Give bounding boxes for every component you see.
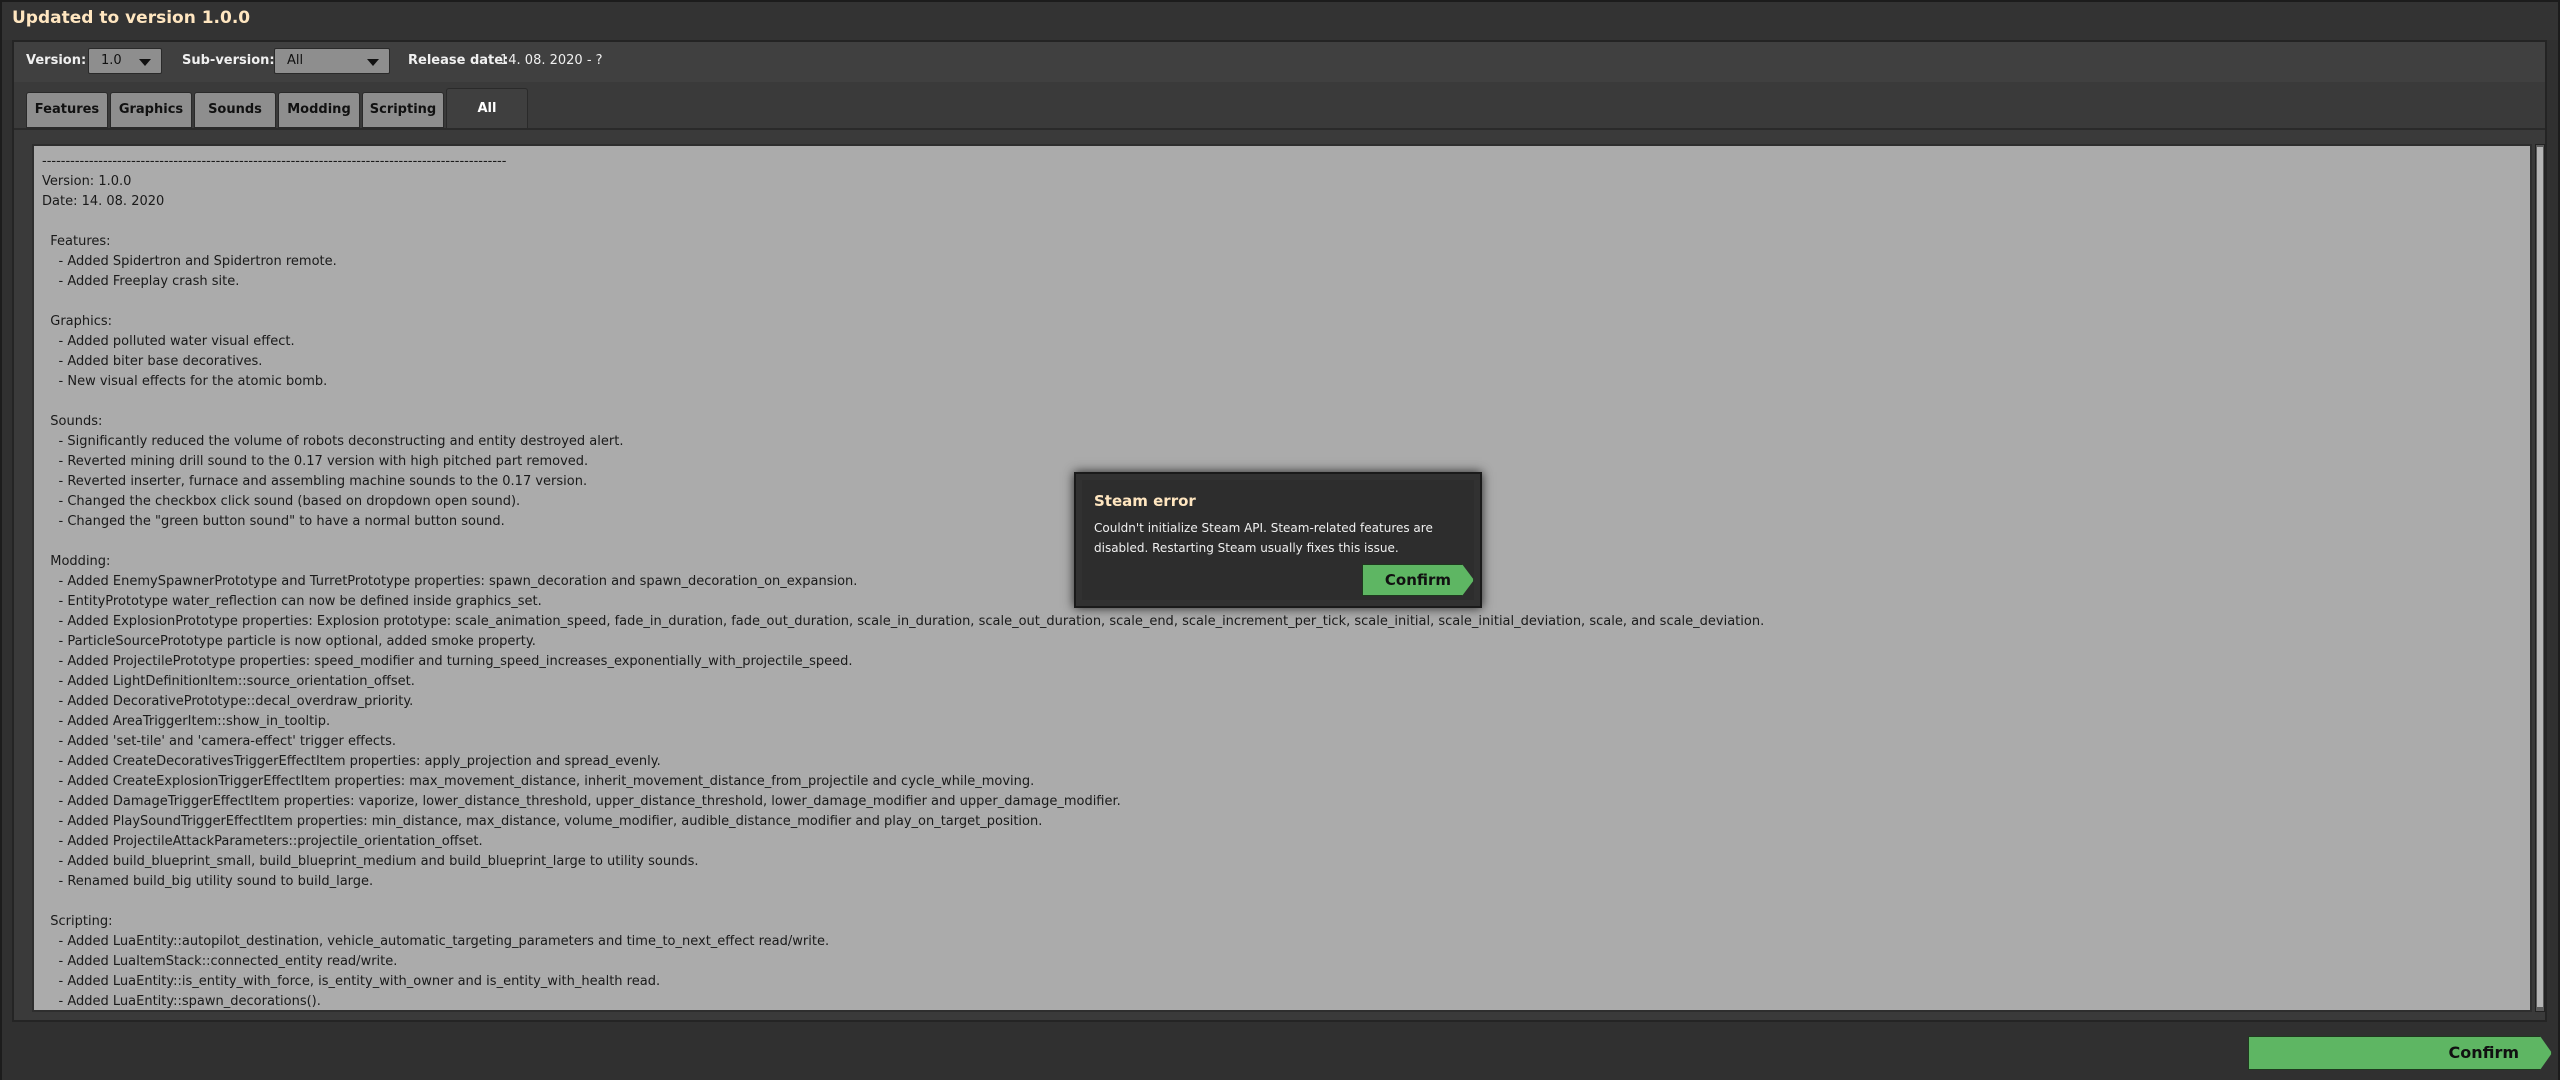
scrollbar-thumb[interactable] — [2537, 147, 2543, 1007]
changelog-line: - Reverted mining drill sound to the 0.1… — [42, 454, 589, 469]
dialog-title: Steam error — [1094, 492, 1196, 510]
changelog-line: - Added CreateDecorativesTriggerEffectIt… — [42, 754, 661, 769]
changelog-line: Graphics: — [42, 314, 113, 329]
changelog-scrollbar[interactable] — [2535, 144, 2545, 1012]
changelog-line: Scripting: — [42, 914, 113, 929]
footer-bar — [2, 1024, 2558, 1080]
changelog-line: - Added DecorativePrototype::decal_overd… — [42, 694, 414, 709]
changelog-line: - Added polluted water visual effect. — [42, 334, 295, 349]
tab-all[interactable]: All — [446, 88, 528, 128]
changelog-line: Date: 14. 08. 2020 — [42, 194, 165, 209]
changelog-line: ----------------------------------------… — [42, 154, 507, 169]
tab-scripting[interactable]: Scripting — [362, 92, 444, 128]
changelog-line: - Added Freeplay crash site. — [42, 274, 240, 289]
release-date-value: 14. 08. 2020 - ? — [500, 53, 603, 68]
changelog-line: - Added ProjectilePrototype properties: … — [42, 654, 853, 669]
changelog-line — [42, 392, 2502, 412]
changelog-line: - Added biter base decoratives. — [42, 354, 263, 369]
title-bar[interactable]: Updated to version 1.0.0 — [2, 2, 2558, 40]
changelog-line: - Added ExplosionPrototype properties: E… — [42, 614, 1765, 629]
changelog-line: - Added PlaySoundTriggerEffectItem prope… — [42, 814, 1043, 829]
tab-modding[interactable]: Modding — [278, 92, 360, 128]
dialog-message: Couldn't initialize Steam API. Steam-rel… — [1094, 521, 1433, 555]
dialog-confirm-button[interactable]: Confirm — [1362, 564, 1474, 596]
changelog-line: - ParticleSourcePrototype particle is no… — [42, 634, 536, 649]
changelog-line: - Added Spidertron and Spidertron remote… — [42, 254, 337, 269]
changelog-line — [42, 212, 2502, 232]
subversion-dropdown[interactable]: All — [274, 48, 390, 74]
subversion-label: Sub-version: — [182, 53, 275, 68]
window-title: Updated to version 1.0.0 — [12, 8, 251, 28]
confirm-button[interactable]: Confirm — [2248, 1036, 2552, 1070]
changelog-line: - Added DamageTriggerEffectItem properti… — [42, 794, 1121, 809]
changelog-line: - New visual effects for the atomic bomb… — [42, 374, 328, 389]
subversion-dropdown-value: All — [287, 53, 304, 68]
tab-features[interactable]: Features — [26, 92, 108, 128]
chevron-down-icon — [139, 59, 151, 66]
chevron-down-icon — [367, 59, 379, 66]
changelog-line: - Significantly reduced the volume of ro… — [42, 434, 624, 449]
changelog-line — [42, 892, 2502, 912]
changelog-line: Features: — [42, 234, 111, 249]
changelog-line: - Added CreateExplosionTriggerEffectItem… — [42, 774, 1035, 789]
changelog-line: - Added LuaEntity::is_entity_with_force,… — [42, 974, 661, 989]
changelog-line: - Added LuaEntity::autopilot_destination… — [42, 934, 830, 949]
category-tabs: Features Graphics Sounds Modding Scripti… — [14, 88, 2545, 128]
changelog-line: - Added ProjectileAttackParameters::proj… — [42, 834, 483, 849]
version-dropdown[interactable]: 1.0 — [88, 48, 162, 74]
changelog-line: - Added AreaTriggerItem::show_in_tooltip… — [42, 714, 331, 729]
changelog-line: - Renamed build_big utility sound to bui… — [42, 874, 374, 889]
version-dropdown-value: 1.0 — [101, 53, 122, 68]
version-toolbar: Version: 1.0 Sub-version: All Release da… — [14, 42, 2545, 82]
version-label: Version: — [26, 53, 87, 68]
changelog-line: - Added 'set-tile' and 'camera-effect' t… — [42, 734, 397, 749]
changelog-line: - Added build_blueprint_small, build_blu… — [42, 854, 699, 869]
changelog-line: - Added LuaItemStack::connected_entity r… — [42, 954, 398, 969]
changelog-line: Sounds: — [42, 414, 103, 429]
tab-sounds[interactable]: Sounds — [194, 92, 276, 128]
tab-graphics[interactable]: Graphics — [110, 92, 192, 128]
release-date-label: Release date: — [408, 53, 509, 68]
steam-error-dialog: Steam error Couldn't initialize Steam AP… — [1074, 472, 1482, 608]
tab-divider — [14, 128, 2545, 130]
changelog-line: - Added LuaEntity::spawn_decorations(). — [42, 994, 321, 1009]
changelog-line — [42, 292, 2502, 312]
changelog-line: Version: 1.0.0 — [42, 174, 132, 189]
changelog-line: - Added LightDefinitionItem::source_orie… — [42, 674, 415, 689]
